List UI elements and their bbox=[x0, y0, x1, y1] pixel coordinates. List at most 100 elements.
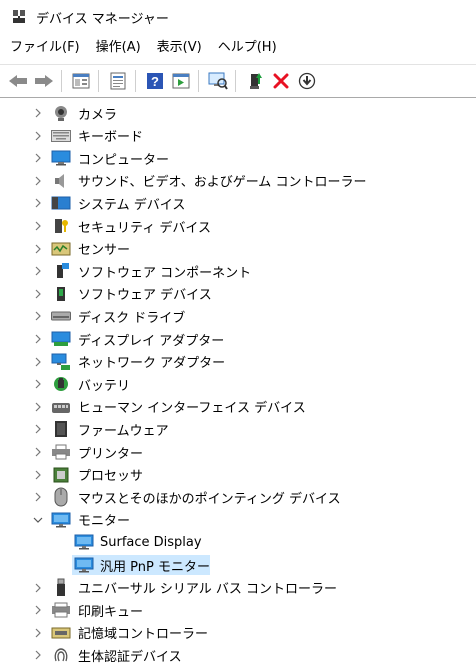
tree-item-label: ヒューマン インターフェイス デバイス bbox=[78, 401, 306, 417]
chevron-right-icon[interactable] bbox=[33, 351, 43, 373]
chevron-right-icon[interactable] bbox=[33, 328, 43, 350]
tree-category-item[interactable]: カメラ bbox=[0, 102, 476, 124]
tree-category-item[interactable]: コンピューター bbox=[0, 147, 476, 169]
chevron-right-icon[interactable] bbox=[33, 373, 43, 395]
tree-category-item[interactable]: モニター bbox=[0, 509, 476, 531]
update-driver-icon[interactable] bbox=[243, 69, 267, 93]
tree-category-item[interactable]: バッテリ bbox=[0, 373, 476, 395]
tree-category-item[interactable]: ファームウェア bbox=[0, 418, 476, 440]
tree-item-label: サウンド、ビデオ、およびゲーム コントローラー bbox=[78, 175, 367, 191]
sensor-icon bbox=[51, 240, 71, 258]
menu-view[interactable]: 表示(V) bbox=[151, 36, 208, 60]
chevron-right-icon[interactable] bbox=[33, 170, 43, 192]
mouse-icon bbox=[51, 487, 71, 507]
chevron-right-icon[interactable] bbox=[33, 464, 43, 486]
uninstall-x-icon[interactable] bbox=[269, 69, 293, 93]
software-component-icon bbox=[51, 262, 71, 280]
tree-category-item[interactable]: ディスク ドライブ bbox=[0, 305, 476, 327]
properties-panel-icon[interactable] bbox=[69, 69, 93, 93]
toolbar-separator bbox=[135, 70, 136, 92]
tree-item-label: 記憶域コントローラー bbox=[78, 627, 209, 643]
svg-text:?: ? bbox=[151, 74, 159, 89]
tree-child-item[interactable]: 汎用 PnP モニター bbox=[0, 554, 476, 576]
run-panel-icon[interactable] bbox=[169, 69, 193, 93]
monitor-icon bbox=[51, 511, 71, 529]
tree-item-label: 汎用 PnP モニター bbox=[100, 559, 210, 575]
tree-category-item[interactable]: 記憶域コントローラー bbox=[0, 622, 476, 644]
chevron-right-icon[interactable] bbox=[33, 102, 43, 124]
tree-category-item[interactable]: プロセッサ bbox=[0, 464, 476, 486]
tree-category-item[interactable]: 生体認証デバイス bbox=[0, 644, 476, 666]
security-key-icon bbox=[51, 217, 71, 235]
tree-category-item[interactable]: ユニバーサル シリアル バス コントローラー bbox=[0, 577, 476, 599]
print-queue-icon bbox=[51, 601, 71, 619]
window-title: デバイス マネージャー bbox=[36, 11, 169, 27]
tree-category-item[interactable]: キーボード bbox=[0, 125, 476, 147]
menu-bar: ファイル(F) 操作(A) 表示(V) ヘルプ(H) bbox=[0, 36, 476, 60]
forward-arrow-icon[interactable] bbox=[32, 69, 56, 93]
download-circle-icon[interactable] bbox=[295, 69, 319, 93]
tree-item-label: ディスプレイ アダプター bbox=[78, 333, 225, 349]
tree-child-item[interactable]: Surface Display bbox=[0, 531, 476, 553]
chevron-right-icon[interactable] bbox=[33, 305, 43, 327]
chevron-right-icon[interactable] bbox=[33, 441, 43, 463]
tree-item-label: ファームウェア bbox=[78, 423, 169, 439]
toolbar: ? bbox=[0, 64, 476, 98]
tree-item-label: コンピューター bbox=[78, 152, 170, 168]
tree-item-label: ソフトウェア コンポーネント bbox=[78, 265, 252, 281]
usb-icon bbox=[51, 578, 71, 597]
tree-item-label: システム デバイス bbox=[78, 197, 186, 213]
tree-category-item[interactable]: ネットワーク アダプター bbox=[0, 351, 476, 373]
tree-category-item[interactable]: サウンド、ビデオ、およびゲーム コントローラー bbox=[0, 170, 476, 192]
chevron-right-icon[interactable] bbox=[33, 486, 43, 508]
camera-icon bbox=[51, 104, 71, 122]
tree-item-label: キーボード bbox=[78, 130, 144, 146]
device-manager-app-icon bbox=[10, 8, 28, 26]
help-icon[interactable]: ? bbox=[143, 69, 167, 93]
chevron-right-icon[interactable] bbox=[33, 147, 43, 169]
menu-action[interactable]: 操作(A) bbox=[90, 36, 147, 60]
chevron-right-icon[interactable] bbox=[33, 192, 43, 214]
software-device-icon bbox=[51, 285, 71, 303]
chevron-right-icon[interactable] bbox=[33, 396, 43, 418]
document-icon[interactable] bbox=[106, 69, 130, 93]
chevron-right-icon[interactable] bbox=[33, 238, 43, 260]
tree-category-item[interactable]: セキュリティ デバイス bbox=[0, 215, 476, 237]
tree-category-item[interactable]: ソフトウェア デバイス bbox=[0, 283, 476, 305]
tree-category-item[interactable]: プリンター bbox=[0, 441, 476, 463]
menu-help[interactable]: ヘルプ(H) bbox=[212, 36, 283, 60]
chevron-right-icon[interactable] bbox=[33, 599, 43, 621]
tree-item-label: 印刷キュー bbox=[78, 604, 144, 620]
chevron-right-icon[interactable] bbox=[33, 215, 43, 237]
chevron-down-icon[interactable] bbox=[33, 509, 43, 531]
chevron-right-icon[interactable] bbox=[33, 125, 43, 147]
tree-category-item[interactable]: ディスプレイ アダプター bbox=[0, 328, 476, 350]
tree-category-item[interactable]: システム デバイス bbox=[0, 192, 476, 214]
chevron-right-icon[interactable] bbox=[33, 644, 43, 666]
chevron-right-icon[interactable] bbox=[33, 283, 43, 305]
disk-drive-icon bbox=[51, 307, 71, 325]
tree-category-item[interactable]: マウスとそのほかのポインティング デバイス bbox=[0, 486, 476, 508]
toolbar-separator bbox=[235, 70, 236, 92]
tree-item-label: マウスとそのほかのポインティング デバイス bbox=[78, 491, 341, 507]
chevron-right-icon[interactable] bbox=[33, 260, 43, 282]
toolbar-separator bbox=[98, 70, 99, 92]
chevron-right-icon[interactable] bbox=[33, 418, 43, 440]
keyboard-icon bbox=[51, 127, 71, 145]
tree-category-item[interactable]: センサー bbox=[0, 238, 476, 260]
title-bar: デバイス マネージャー bbox=[0, 0, 476, 34]
tree-category-item[interactable]: ヒューマン インターフェイス デバイス bbox=[0, 396, 476, 418]
tree-item-label: Surface Display bbox=[100, 534, 202, 550]
menu-file[interactable]: ファイル(F) bbox=[4, 36, 86, 60]
tree-item-label: センサー bbox=[78, 243, 131, 259]
tree-item-label: ディスク ドライブ bbox=[78, 310, 186, 326]
chevron-right-icon[interactable] bbox=[33, 577, 43, 599]
battery-icon bbox=[51, 375, 71, 393]
hid-icon bbox=[51, 398, 71, 416]
scan-hardware-icon[interactable] bbox=[206, 69, 230, 93]
tree-category-item[interactable]: 印刷キュー bbox=[0, 599, 476, 621]
back-arrow-icon[interactable] bbox=[6, 69, 30, 93]
chevron-right-icon[interactable] bbox=[33, 622, 43, 644]
tree-item-label: ユニバーサル シリアル バス コントローラー bbox=[78, 582, 338, 598]
tree-category-item[interactable]: ソフトウェア コンポーネント bbox=[0, 260, 476, 282]
